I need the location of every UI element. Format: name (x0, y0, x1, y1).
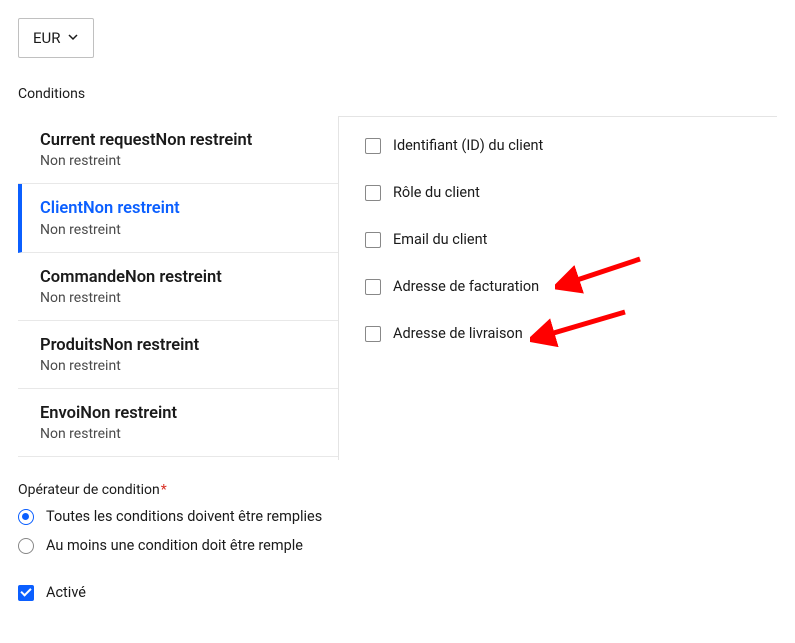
checkbox-row-client-role[interactable]: Rôle du client (365, 184, 751, 201)
annotation-arrow-icon (555, 254, 645, 294)
radio-row-any-condition[interactable]: Au moins une condition doit être remple (18, 537, 777, 554)
radio-row-all-conditions[interactable]: Toutes les conditions doivent être rempl… (18, 508, 777, 525)
radio-label: Au moins une condition doit être remple (46, 537, 303, 554)
checkbox[interactable] (365, 326, 381, 342)
checkbox-row-client-email[interactable]: Email du client (365, 231, 751, 248)
client-options-panel: Identifiant (ID) du client Rôle du clien… (338, 116, 777, 460)
checkbox-label: Email du client (393, 231, 487, 248)
condition-sub: Non restreint (40, 153, 316, 169)
condition-sub: Non restreint (40, 426, 316, 442)
radio-label: Toutes les conditions doivent être rempl… (46, 508, 322, 525)
condition-title: ProduitsNon restreint (40, 335, 316, 357)
condition-item-commande[interactable]: CommandeNon restreint Non restreint (18, 253, 338, 321)
checkbox-label: Adresse de livraison (393, 325, 523, 342)
conditions-label: Conditions (18, 86, 777, 102)
activated-label: Activé (46, 584, 86, 601)
checkbox[interactable] (365, 232, 381, 248)
condition-title: Current requestNon restreint (40, 130, 316, 152)
condition-operator-section: Opérateur de condition* Toutes les condi… (18, 482, 777, 554)
condition-sub: Non restreint (40, 290, 316, 306)
checkbox-label: Adresse de facturation (393, 278, 539, 295)
checkbox[interactable] (365, 279, 381, 295)
activated-row[interactable]: Activé (18, 584, 777, 601)
condition-title: CommandeNon restreint (40, 267, 316, 289)
checkbox-row-billing-address[interactable]: Adresse de facturation (365, 278, 751, 295)
radio[interactable] (18, 538, 34, 554)
condition-title: ClientNon restreint (40, 198, 316, 220)
condition-sub: Non restreint (40, 222, 316, 238)
required-marker: * (161, 482, 167, 498)
checkbox[interactable] (365, 185, 381, 201)
checkbox[interactable] (365, 138, 381, 154)
currency-selector[interactable]: EUR (18, 18, 94, 58)
condition-item-client[interactable]: ClientNon restreint Non restreint (18, 184, 338, 252)
currency-value: EUR (33, 29, 61, 47)
condition-sub: Non restreint (40, 358, 316, 374)
operator-label: Opérateur de condition* (18, 482, 777, 498)
checkbox-row-client-id[interactable]: Identifiant (ID) du client (365, 137, 751, 154)
checkbox-label: Rôle du client (393, 184, 480, 201)
checkbox-row-shipping-address[interactable]: Adresse de livraison (365, 325, 751, 342)
chevron-down-icon (67, 29, 79, 47)
condition-title: EnvoiNon restreint (40, 403, 316, 425)
annotation-arrow-icon (530, 307, 630, 347)
conditions-list: Current requestNon restreint Non restrei… (18, 116, 338, 457)
checkbox-label: Identifiant (ID) du client (393, 137, 543, 154)
condition-item-produits[interactable]: ProduitsNon restreint Non restreint (18, 321, 338, 389)
condition-item-current-request[interactable]: Current requestNon restreint Non restrei… (18, 116, 338, 184)
condition-item-envoi[interactable]: EnvoiNon restreint Non restreint (18, 389, 338, 457)
checkbox[interactable] (18, 585, 34, 601)
radio[interactable] (18, 509, 34, 525)
